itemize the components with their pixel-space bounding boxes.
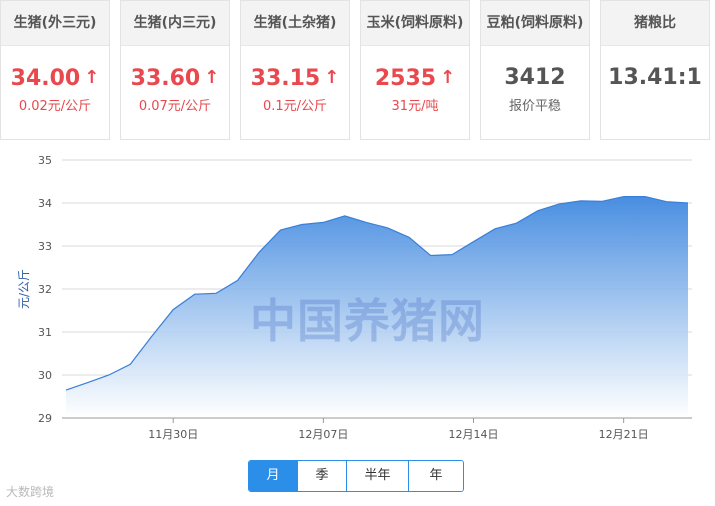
up-arrow-icon: ↑	[324, 67, 340, 88]
card-value-text: 2535	[374, 66, 437, 91]
y-axis-label: 元/公斤	[17, 269, 31, 309]
y-tick-label: 32	[38, 283, 52, 296]
price-card[interactable]: 生猪(土杂猪) 33.15 ↑ 0.1元/公斤	[240, 0, 350, 140]
card-value-text: 33.60	[130, 66, 201, 91]
price-card[interactable]: 豆粕(饲料原料) 3412 报价平稳	[480, 0, 590, 140]
card-title: 生猪(内三元)	[121, 1, 229, 46]
card-value-text: 34.00	[10, 66, 81, 91]
y-tick-label: 31	[38, 326, 52, 339]
up-arrow-icon: ↑	[440, 67, 456, 88]
source-logo: 大数跨境	[6, 483, 54, 500]
card-value: 33.15 ↑	[241, 64, 349, 92]
y-tick-label: 35	[38, 154, 52, 167]
card-value: 2535 ↑	[361, 64, 469, 92]
price-chart: 29 30 31 32 33 34 35 11月30日 12月07日 12月14日 12月21日 元/…	[0, 150, 715, 506]
card-title: 生猪(外三元)	[1, 1, 109, 46]
card-title: 猪粮比	[601, 1, 709, 46]
card-title: 豆粕(饲料原料)	[481, 1, 589, 46]
tab-year[interactable]: 年	[409, 461, 463, 491]
y-tick-label: 34	[38, 197, 52, 210]
tab-month[interactable]: 月	[249, 461, 298, 491]
y-tick-label: 33	[38, 240, 52, 253]
card-value-text: 13.41:1	[608, 65, 702, 90]
period-tabs: 月 季 半年 年	[248, 460, 464, 492]
card-value-text: 3412	[504, 65, 566, 90]
logo-text: 大数跨境	[6, 485, 55, 499]
price-card[interactable]: 生猪(外三元) 34.00 ↑ 0.02元/公斤	[0, 0, 110, 140]
card-value-text: 33.15	[250, 66, 321, 91]
card-value: 13.41:1	[601, 64, 709, 92]
x-tick-label: 12月14日	[449, 428, 499, 441]
card-change: 31元/吨	[391, 99, 439, 114]
card-title: 玉米(饲料原料)	[361, 1, 469, 46]
price-card[interactable]: 猪粮比 13.41:1	[600, 0, 710, 140]
card-title: 生猪(土杂猪)	[241, 1, 349, 46]
y-tick-label: 30	[38, 369, 52, 382]
card-change: 0.02元/公斤	[18, 99, 92, 114]
tab-quarter[interactable]: 季	[298, 461, 347, 491]
card-value: 33.60 ↑	[121, 64, 229, 92]
tab-half-year[interactable]: 半年	[347, 461, 409, 491]
card-change: 0.07元/公斤	[138, 99, 212, 114]
price-card[interactable]: 生猪(内三元) 33.60 ↑ 0.07元/公斤	[120, 0, 230, 140]
x-tick-label: 12月07日	[298, 428, 348, 441]
watermark: 中国养猪网	[250, 294, 485, 348]
price-card[interactable]: 玉米(饲料原料) 2535 ↑ 31元/吨	[360, 0, 470, 140]
card-value: 3412	[481, 64, 589, 92]
up-arrow-icon: ↑	[84, 67, 100, 88]
price-cards: 生猪(外三元) 34.00 ↑ 0.02元/公斤 生猪(内三元) 33.60 ↑ 0…	[0, 0, 715, 140]
y-tick-label: 29	[38, 412, 52, 425]
card-value: 34.00 ↑	[1, 64, 109, 92]
card-change: 报价平稳	[508, 99, 561, 114]
up-arrow-icon: ↑	[204, 67, 220, 88]
card-change: 0.1元/公斤	[262, 99, 328, 114]
x-tick-label: 11月30日	[148, 428, 198, 441]
x-tick-label: 12月21日	[599, 428, 649, 441]
